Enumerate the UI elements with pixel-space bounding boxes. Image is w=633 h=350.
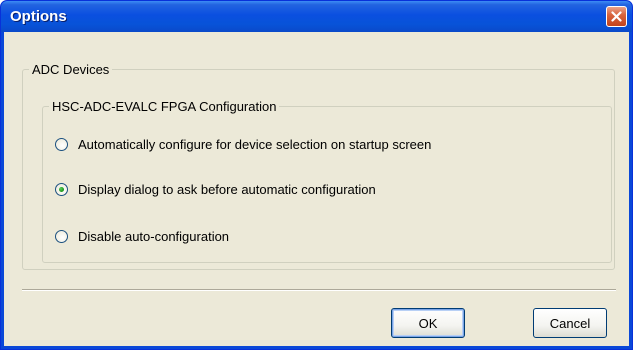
radio-disable-auto-configure[interactable] — [55, 229, 68, 243]
option-disable-auto-configure-label: Disable auto-configuration — [78, 228, 230, 244]
divider — [22, 289, 616, 291]
option-disable-auto-configure[interactable]: Disable auto-configuration — [55, 227, 229, 245]
adc-devices-legend: ADC Devices — [32, 62, 110, 77]
window-title: Options — [10, 8, 67, 25]
close-button[interactable] — [606, 6, 627, 27]
title-bar[interactable]: Options — [1, 1, 632, 32]
fpga-configuration-legend: HSC-ADC-EVALC FPGA Configuration — [52, 99, 277, 114]
options-dialog: Options ADC Devices HSC-ADC-EVALC FPGA C… — [0, 0, 633, 350]
ok-button[interactable]: OK — [391, 308, 465, 338]
dialog-body: ADC Devices HSC-ADC-EVALC FPGA Configura… — [4, 32, 629, 346]
close-icon — [611, 11, 622, 22]
radio-ask-before-configure[interactable] — [55, 182, 68, 196]
cancel-button[interactable]: Cancel — [533, 308, 607, 338]
option-auto-configure-label: Automatically configure for device selec… — [78, 136, 432, 152]
option-ask-before-configure[interactable]: Display dialog to ask before automatic c… — [55, 180, 376, 198]
option-ask-before-configure-label: Display dialog to ask before automatic c… — [78, 181, 376, 197]
option-auto-configure[interactable]: Automatically configure for device selec… — [55, 135, 431, 153]
radio-auto-configure[interactable] — [55, 137, 68, 151]
